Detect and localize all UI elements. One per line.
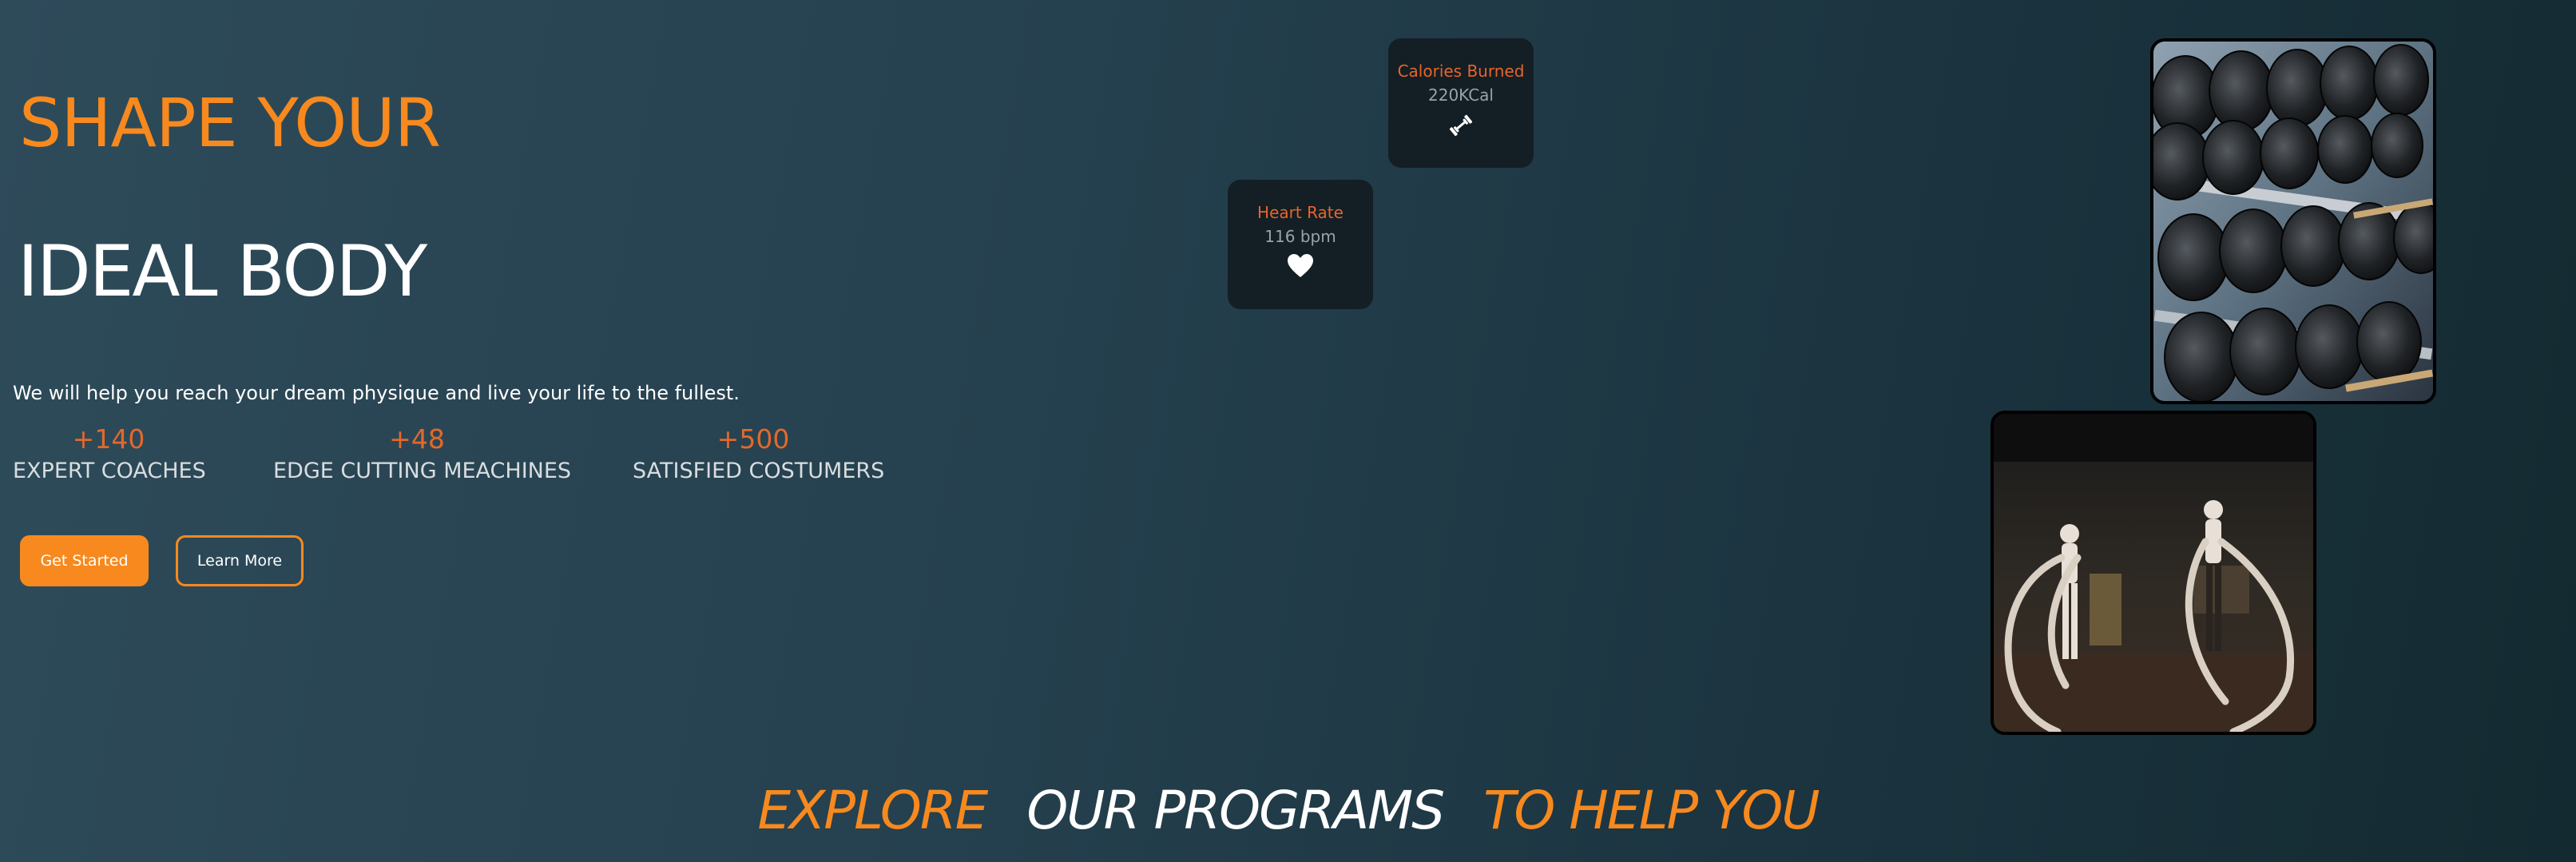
stat-edge-cutting-machines: +48 EDGE CUTTING MEACHINES [273,423,572,487]
calories-burned-label: Calories Burned [1397,62,1525,81]
hero-title-line2: IDEAL BODY [18,230,427,312]
programs-heading-our-programs: OUR PROGRAMS [1026,780,1445,841]
programs-heading: EXPLORE OUR PROGRAMS TO HELP YOU [0,785,2576,837]
hero-subtitle: We will help you reach your dream physiq… [13,382,740,404]
stat-label: EDGE CUTTING MEACHINES [273,459,572,483]
heart-rate-value: 116 bpm [1264,227,1336,246]
learn-more-button[interactable]: Learn More [176,535,304,586]
heart-icon [1288,254,1313,277]
programs-heading-explore: EXPLORE [757,780,988,841]
stat-value: +140 [72,423,145,455]
programs-heading-to-help-you: TO HELP YOU [1483,780,1820,841]
heart-rate-card: Heart Rate 116 bpm [1228,180,1373,309]
hero-title-line1: SHAPE YOUR [19,84,441,162]
stat-label: EXPERT COACHES [13,459,206,483]
stat-value: +48 [389,423,445,455]
calories-burned-value: 220KCal [1428,85,1494,105]
heart-rate-label: Heart Rate [1257,203,1344,222]
dumbbell-rack-photo [2150,38,2436,404]
stat-expert-coaches: +140 EXPERT COACHES [13,423,206,487]
battle-ropes-photo [1991,411,2316,735]
stat-satisfied-customers: +500 SATISFIED COSTUMERS [633,423,885,487]
get-started-button[interactable]: Get Started [20,535,149,586]
stat-value: +500 [716,423,790,455]
dumbbell-icon [1449,114,1473,137]
stat-label: SATISFIED COSTUMERS [633,459,885,483]
calories-burned-card: Calories Burned 220KCal [1388,38,1534,168]
